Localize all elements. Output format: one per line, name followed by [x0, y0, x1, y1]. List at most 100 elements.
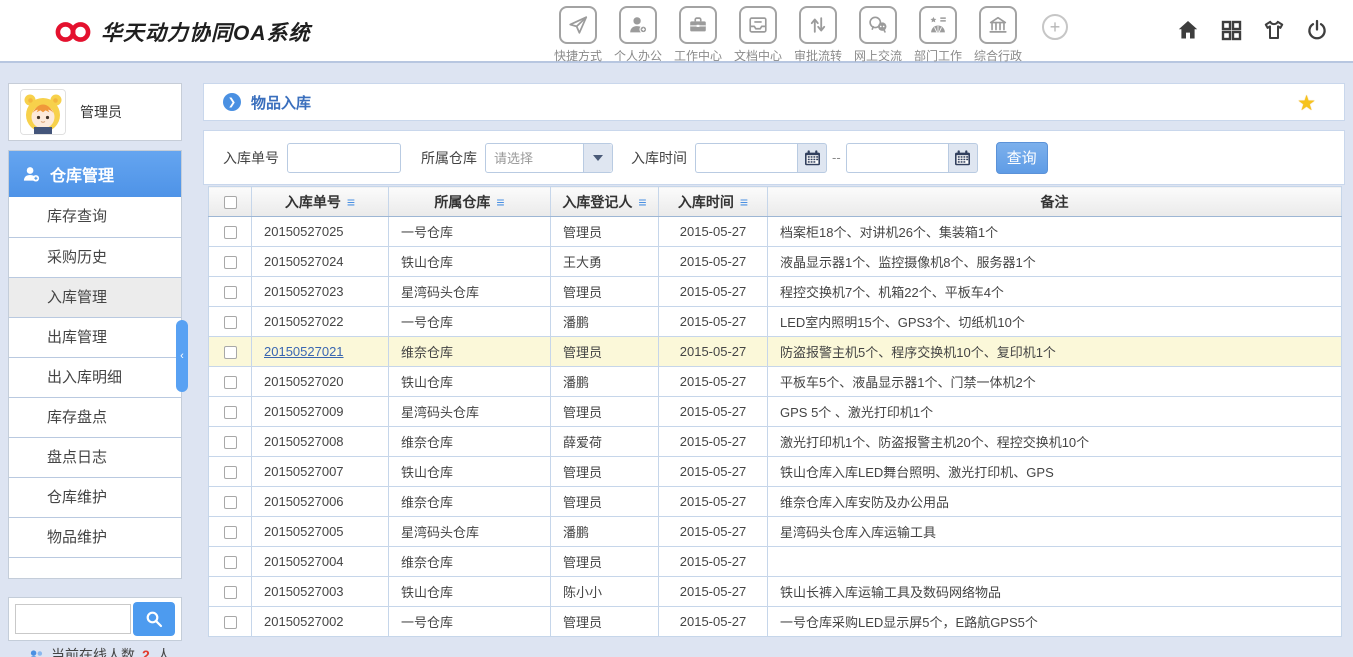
- nav-item-label: 文档中心: [734, 47, 782, 64]
- paper-plane-icon: [559, 6, 597, 44]
- nav-item-label: 部门工作: [914, 47, 962, 64]
- row-checkbox[interactable]: [224, 466, 237, 479]
- row-checkbox[interactable]: [224, 286, 237, 299]
- nav-item-online-chat[interactable]: 网上交流: [848, 6, 908, 64]
- sidebar-item-check-log[interactable]: 盘点日志: [9, 437, 181, 477]
- power-icon[interactable]: [1305, 18, 1329, 42]
- window-actions: [1176, 18, 1329, 42]
- cell-registrant: 管理员: [551, 217, 659, 247]
- row-checkbox[interactable]: [224, 616, 237, 629]
- table-row: 20150527008 维奈仓库 薛爱荷 2015-05-27 激光打印机1个、…: [209, 427, 1342, 457]
- nav-item-general-admin[interactable]: 综合行政: [968, 6, 1028, 64]
- select-all-checkbox[interactable]: [224, 196, 237, 209]
- nav-item-shortcuts[interactable]: 快捷方式: [548, 6, 608, 64]
- sidebar-item-outbound-mgmt[interactable]: 出库管理: [9, 317, 181, 357]
- filter-bar: 入库单号 所属仓库 请选择 入库时间 --: [203, 130, 1345, 185]
- nav-item-approval-flow[interactable]: 审批流转: [788, 6, 848, 64]
- nav-item-personal-office[interactable]: 个人办公: [608, 6, 668, 64]
- row-checkbox[interactable]: [224, 526, 237, 539]
- row-checkbox[interactable]: [224, 316, 237, 329]
- cell-order-id: 20150527006: [252, 487, 389, 517]
- cell-order-id: 20150527021: [252, 337, 389, 367]
- sidebar-item-inbound-mgmt[interactable]: 入库管理: [9, 277, 181, 317]
- sidebar-item-warehouse-maint[interactable]: 仓库维护: [9, 477, 181, 517]
- cell-date: 2015-05-27: [659, 367, 768, 397]
- col-header-order-id[interactable]: 入库单号≡: [252, 187, 389, 217]
- col-header-warehouse[interactable]: 所属仓库≡: [389, 187, 551, 217]
- nav-item-department-work[interactable]: 部门工作: [908, 6, 968, 64]
- user-icon: [619, 6, 657, 44]
- sidebar-item-item-maint[interactable]: 物品维护: [9, 517, 181, 557]
- cell-warehouse: 一号仓库: [389, 217, 551, 247]
- nav-item-label: 快捷方式: [554, 47, 602, 64]
- row-checkbox[interactable]: [224, 256, 237, 269]
- order-id-link[interactable]: 20150527021: [264, 344, 344, 359]
- nav-item-document-center[interactable]: 文档中心: [728, 6, 788, 64]
- favorite-star-icon[interactable]: ★: [1297, 91, 1316, 116]
- top-header: 华天动力协同OA系统 快捷方式: [0, 0, 1353, 63]
- query-button[interactable]: 查询: [996, 142, 1048, 174]
- row-checkbox[interactable]: [224, 556, 237, 569]
- cell-registrant: 潘鹏: [551, 307, 659, 337]
- cell-date: 2015-05-27: [659, 307, 768, 337]
- table-row: 20150527020 铁山仓库 潘鹏 2015-05-27 平板车5个、液晶显…: [209, 367, 1342, 397]
- calendar-icon[interactable]: [948, 143, 978, 173]
- cell-registrant: 管理员: [551, 397, 659, 427]
- cell-date: 2015-05-27: [659, 517, 768, 547]
- cell-date: 2015-05-27: [659, 577, 768, 607]
- sort-icon[interactable]: ≡: [740, 194, 748, 210]
- theme-shirt-icon[interactable]: [1262, 18, 1286, 42]
- date-range-separator: --: [832, 150, 841, 165]
- sidebar-section-warehouse[interactable]: 仓库管理: [9, 151, 181, 197]
- cell-remark: 激光打印机1个、防盗报警主机20个、程控交换机10个: [768, 427, 1342, 457]
- home-icon[interactable]: [1176, 18, 1200, 42]
- sidebar-item-purchase-history[interactable]: 采购历史: [9, 237, 181, 277]
- date-to-input[interactable]: [846, 143, 948, 173]
- chat-bubbles-icon: [859, 6, 897, 44]
- sidebar-item-stock-query[interactable]: 库存查询: [9, 197, 181, 237]
- sort-icon[interactable]: ≡: [496, 194, 504, 210]
- sidebar-search-button[interactable]: [133, 602, 175, 636]
- warehouse-select[interactable]: 请选择: [485, 143, 613, 173]
- order-no-input[interactable]: [287, 143, 401, 173]
- cell-order-id: 20150527003: [252, 577, 389, 607]
- cell-remark: 液晶显示器1个、监控摄像机8个、服务器1个: [768, 247, 1342, 277]
- cell-registrant: 管理员: [551, 607, 659, 637]
- row-checkbox[interactable]: [224, 586, 237, 599]
- cell-warehouse: 星湾码头仓库: [389, 277, 551, 307]
- cell-registrant: 管理员: [551, 457, 659, 487]
- cell-registrant: 管理员: [551, 337, 659, 367]
- calendar-icon[interactable]: [797, 143, 827, 173]
- cell-remark: 平板车5个、液晶显示器1个、门禁一体机2个: [768, 367, 1342, 397]
- cell-remark: 铁山长裤入库运输工具及数码网络物品: [768, 577, 1342, 607]
- row-checkbox[interactable]: [224, 376, 237, 389]
- online-users-icon: [28, 649, 44, 657]
- sidebar-item-inout-detail[interactable]: 出入库明细: [9, 357, 181, 397]
- cell-remark: 档案柜18个、对讲机26个、集装箱1个: [768, 217, 1342, 247]
- apps-grid-icon[interactable]: [1219, 18, 1243, 42]
- nav-item-label: 个人办公: [614, 47, 662, 64]
- dropdown-button[interactable]: [583, 144, 612, 172]
- cell-warehouse: 星湾码头仓库: [389, 397, 551, 427]
- sort-icon[interactable]: ≡: [638, 194, 646, 210]
- cell-registrant: 薛爱荷: [551, 427, 659, 457]
- row-checkbox[interactable]: [224, 226, 237, 239]
- date-from-input[interactable]: [695, 143, 797, 173]
- table-row: 20150527025 一号仓库 管理员 2015-05-27 档案柜18个、对…: [209, 217, 1342, 247]
- row-checkbox[interactable]: [224, 496, 237, 509]
- nav-item-work-center[interactable]: 工作中心: [668, 6, 728, 64]
- online-users-unit: 人: [157, 645, 171, 657]
- add-shortcut-button[interactable]: +: [1042, 14, 1068, 40]
- row-checkbox[interactable]: [224, 406, 237, 419]
- row-checkbox[interactable]: [224, 436, 237, 449]
- sidebar-item-stock-check[interactable]: 库存盘点: [9, 397, 181, 437]
- briefcase-icon: [679, 6, 717, 44]
- row-checkbox[interactable]: [224, 346, 237, 359]
- col-header-date[interactable]: 入库时间≡: [659, 187, 768, 217]
- online-users-count: 2: [142, 647, 150, 657]
- sidebar-search-input[interactable]: [15, 604, 131, 634]
- col-header-registrant[interactable]: 入库登记人≡: [551, 187, 659, 217]
- sidebar-collapse-handle[interactable]: ‹: [176, 320, 188, 392]
- logo-infinity-icon: [55, 19, 91, 45]
- sort-icon[interactable]: ≡: [347, 194, 355, 210]
